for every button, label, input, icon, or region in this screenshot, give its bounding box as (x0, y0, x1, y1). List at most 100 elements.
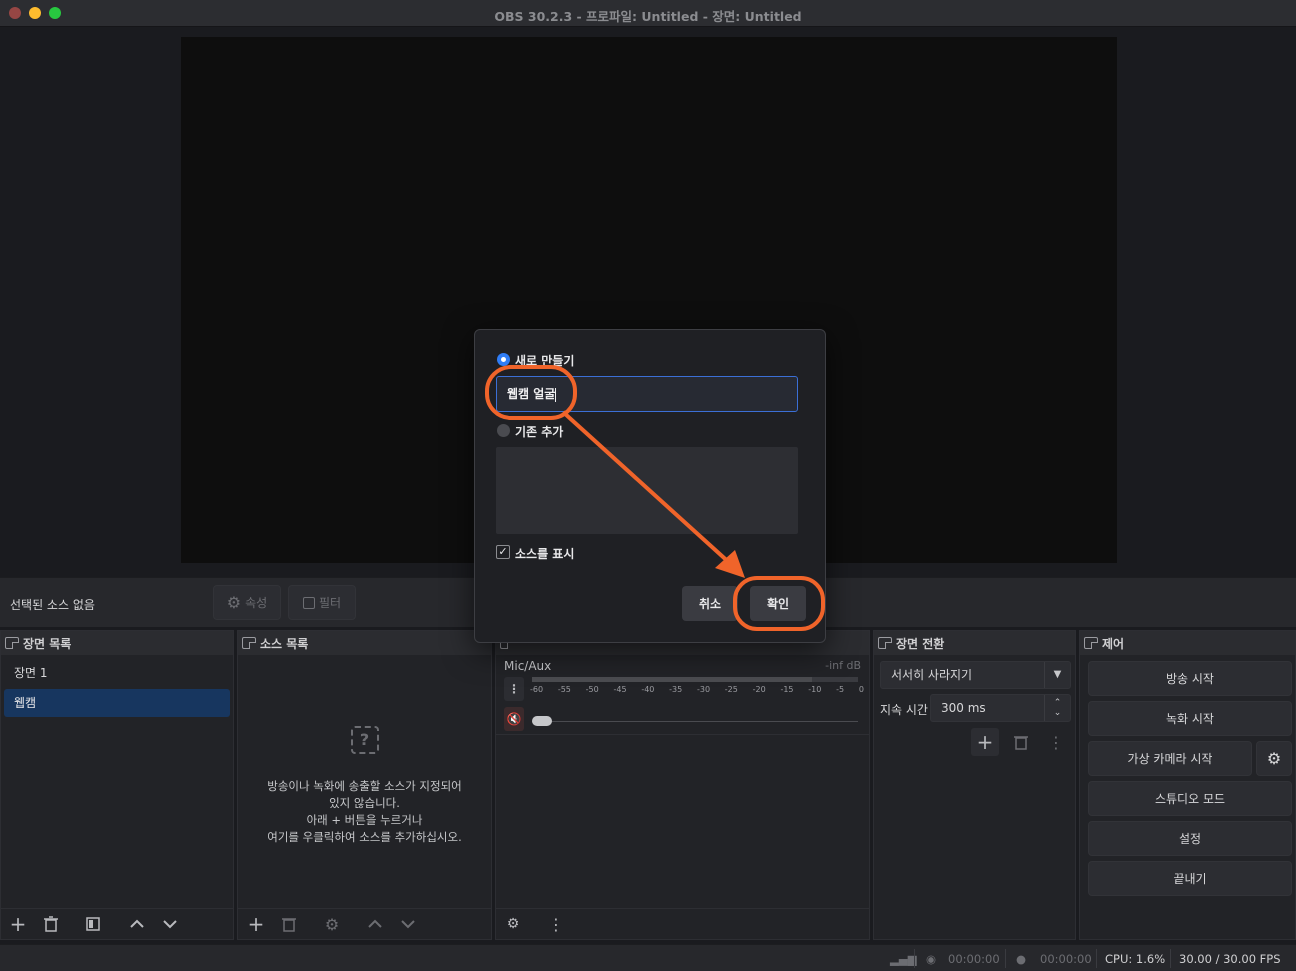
move-scene-down-button[interactable] (158, 912, 182, 936)
add-existing-label[interactable]: 기존 추가 (515, 423, 563, 440)
duration-spinbox[interactable]: 300 ms ⌃ ⌄ (930, 694, 1071, 722)
volume-slider-handle[interactable] (532, 716, 552, 726)
empty-line: 아래 + 버튼을 누르거나 (306, 813, 423, 827)
gear-icon: ⚙ (324, 914, 340, 934)
network-signal-icon: ▂▄▆ (890, 952, 917, 966)
remove-transition-button[interactable] (1008, 728, 1034, 756)
tick-label: -55 (557, 685, 571, 694)
transitions-dock-header: 장면 전환 (874, 631, 1075, 655)
virtual-camera-settings-button[interactable]: ⚙ (1256, 741, 1292, 776)
trash-icon (282, 918, 296, 932)
filters-label: 필터 (318, 596, 342, 610)
chevron-down-icon: ▼ (1044, 662, 1070, 688)
mixer-footer: ⚙ ⋮ (496, 908, 869, 939)
divider (1170, 949, 1171, 968)
ok-button[interactable]: 확인 (750, 586, 806, 621)
existing-sources-list[interactable] (496, 447, 798, 534)
add-source-dialog: 새로 만들기 웹캠 얼굴 기존 추가 ✓ 소스를 표시 취소 확인 (474, 329, 826, 643)
create-new-label[interactable]: 새로 만들기 (515, 352, 574, 369)
window-title: OBS 30.2.3 - 프로파일: Untitled - 장면: Untitl… (494, 9, 802, 24)
mixer-level-readout: -inf dB (825, 659, 861, 672)
filter-icon (302, 596, 315, 609)
scenes-dock: 장면 목록 장면 1 웹캠 + (0, 630, 234, 940)
sources-empty-message[interactable]: ? 방송이나 녹화에 송출할 소스가 지정되어 있지 않습니다. 아래 + 버튼… (238, 726, 491, 846)
make-visible-label[interactable]: 소스를 표시 (515, 545, 574, 562)
create-new-radio[interactable] (497, 353, 510, 366)
scene-filters-button[interactable] (81, 912, 105, 936)
tick-label: -45 (613, 685, 627, 694)
add-existing-radio[interactable] (497, 424, 510, 437)
gear-icon: ⚙ (506, 916, 520, 932)
filters-button[interactable]: 필터 (288, 585, 356, 620)
transition-type-select[interactable]: 서서히 사라지기 ▼ (880, 661, 1071, 689)
plus-icon: + (976, 730, 994, 754)
stream-status-icon: ◉ (926, 952, 937, 966)
start-recording-button[interactable]: 녹화 시작 (1088, 701, 1292, 736)
add-source-button[interactable]: + (244, 912, 268, 936)
scenes-dock-title: 장면 목록 (23, 636, 72, 651)
remove-scene-button[interactable] (39, 912, 63, 936)
controls-dock-title: 제어 (1102, 636, 1125, 651)
move-source-up-button[interactable] (363, 912, 387, 936)
question-icon: ? (350, 726, 379, 754)
channel-menu-button[interactable]: ⋮ (504, 677, 524, 701)
empty-line: 방송이나 녹화에 송출할 소스가 지정되어 (267, 779, 462, 793)
volume-meter (532, 677, 858, 682)
chevron-down-icon (401, 920, 415, 929)
sources-dock-footer: + ⚙ (238, 908, 491, 939)
cancel-button[interactable]: 취소 (682, 586, 738, 621)
move-source-down-button[interactable] (396, 912, 420, 936)
dock-float-icon[interactable] (5, 637, 19, 649)
plus-icon: + (9, 912, 27, 936)
start-streaming-button[interactable]: 방송 시작 (1088, 661, 1292, 696)
add-transition-button[interactable]: + (971, 728, 999, 756)
status-bar: ▂▄▆ ◉ 00:00:00 ● 00:00:00 CPU: 1.6% 30.0… (0, 944, 1296, 971)
mixer-channel: Mic/Aux -inf dB ⋮ -60 -55 -50 -45 -40 -3… (496, 655, 869, 735)
meter-fill (532, 677, 813, 682)
scene-item[interactable]: 장면 1 (4, 659, 230, 687)
mute-button[interactable]: 🔇 (504, 707, 524, 731)
make-visible-checkbox[interactable]: ✓ (496, 545, 510, 559)
volume-slider-track[interactable] (532, 721, 858, 722)
divider (1005, 949, 1006, 968)
sources-dock-header: 소스 목록 (238, 631, 491, 655)
transition-type-value: 서서히 사라지기 (891, 668, 973, 682)
add-scene-button[interactable]: + (6, 912, 30, 936)
speaker-muted-icon: 🔇 (506, 712, 522, 726)
sources-dock-title: 소스 목록 (260, 636, 309, 651)
mixer-channel-name: Mic/Aux (504, 659, 552, 673)
dock-float-icon[interactable] (242, 637, 256, 649)
kebab-icon: ⋮ (508, 682, 520, 696)
dock-float-icon[interactable] (1084, 637, 1098, 649)
settings-button[interactable]: 설정 (1088, 821, 1292, 856)
chevron-up-icon (130, 919, 144, 928)
transitions-dock: 장면 전환 서서히 사라지기 ▼ 지속 시간 300 ms ⌃ ⌄ + ⋮ (873, 630, 1076, 940)
tick-label: -10 (808, 685, 822, 694)
properties-button[interactable]: ⚙ 속성 (213, 585, 281, 620)
text-cursor (555, 387, 557, 402)
tick-label: -20 (752, 685, 766, 694)
dock-float-icon[interactable] (878, 637, 892, 649)
start-virtual-camera-button[interactable]: 가상 카메라 시작 (1088, 741, 1252, 776)
plus-icon: + (247, 912, 265, 936)
transition-menu-button[interactable]: ⋮ (1044, 728, 1068, 756)
sources-dock: 소스 목록 ? 방송이나 녹화에 송출할 소스가 지정되어 있지 않습니다. 아… (237, 630, 492, 940)
advanced-audio-button[interactable]: ⚙ (501, 912, 525, 936)
empty-line: 있지 않습니다. (329, 796, 400, 810)
remove-source-button[interactable] (277, 912, 301, 936)
move-scene-up-button[interactable] (125, 912, 149, 936)
tick-label: -25 (724, 685, 738, 694)
tick-label: -30 (696, 685, 711, 694)
stream-time: 00:00:00 (948, 952, 1000, 966)
gear-icon: ⚙ (226, 593, 242, 612)
source-properties-button[interactable]: ⚙ (320, 912, 344, 936)
exit-button[interactable]: 끝내기 (1088, 861, 1292, 896)
gear-icon: ⚙ (1266, 749, 1282, 768)
source-name-input[interactable]: 웹캠 얼굴 (496, 376, 798, 412)
scene-item-selected[interactable]: 웹캠 (4, 689, 230, 717)
studio-mode-button[interactable]: 스튜디오 모드 (1088, 781, 1292, 816)
filter-icon (86, 917, 100, 931)
scenes-dock-footer: + (1, 908, 233, 939)
stepper-icon[interactable]: ⌃ ⌄ (1044, 695, 1070, 721)
mixer-menu-button[interactable]: ⋮ (544, 912, 568, 936)
